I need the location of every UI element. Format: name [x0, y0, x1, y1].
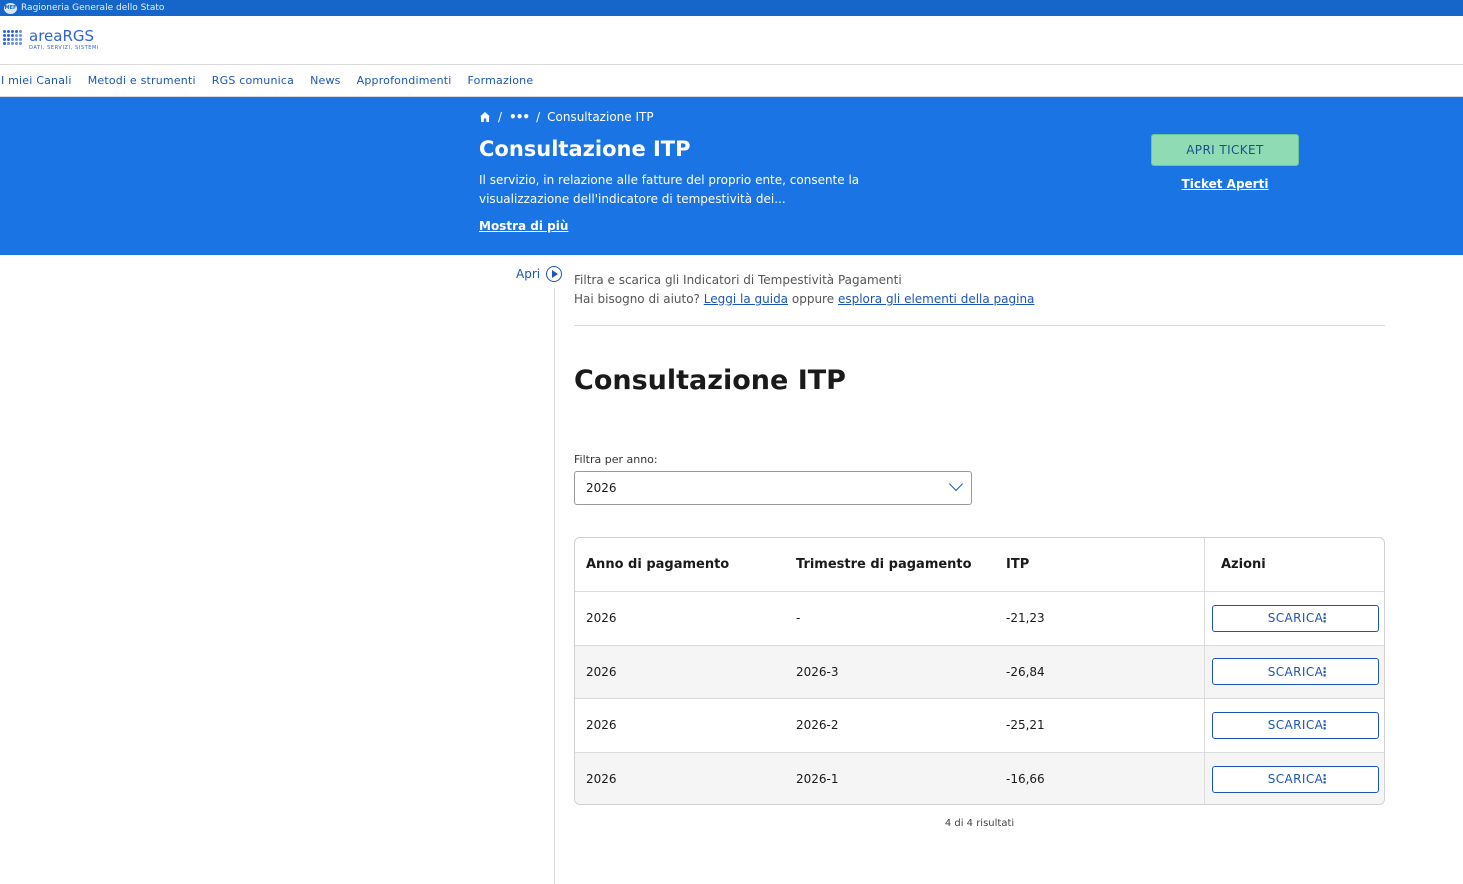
table-row: 2026 - -21,23 SCARICA ⋮: [575, 592, 1384, 646]
download-button[interactable]: SCARICA ⋮: [1212, 711, 1379, 739]
logo-tagline: DATI, SERVIZI, SISTEMI: [29, 45, 100, 51]
year-filter-label: Filtra per anno:: [574, 453, 658, 466]
breadcrumb-separator: /: [536, 110, 541, 124]
column-header-anno: Anno di pagamento: [586, 557, 730, 572]
cell-anno: 2026: [586, 772, 617, 787]
mef-seal-icon: MEF: [4, 2, 17, 14]
breadcrumb-separator: /: [498, 110, 503, 124]
areargs-logo[interactable]: areaRGS DATI, SERVIZI, SISTEMI: [3, 29, 99, 51]
table-row: 2026 2026-2 -25,21 SCARICA ⋮: [575, 699, 1384, 753]
download-button[interactable]: SCARICA ⋮: [1212, 658, 1379, 686]
cell-itp: -25,21: [1006, 718, 1045, 733]
guide-link[interactable]: Leggi la guida: [704, 292, 788, 306]
intro-text: Filtra e scarica gli Indicatori di Tempe…: [574, 271, 1034, 309]
cell-anno: 2026: [586, 664, 617, 679]
results-count: 4 di 4 risultati: [944, 818, 1015, 829]
main-nav: I miei Canali Metodi e strumenti RGS com…: [0, 65, 1463, 97]
cell-anno: 2026: [586, 718, 617, 733]
year-filter-select[interactable]: 2026: [574, 471, 972, 505]
intro-line: Filtra e scarica gli Indicatori di Tempe…: [574, 273, 902, 287]
download-button-label: SCARICA: [1267, 772, 1324, 787]
cell-trimestre: 2026-3: [796, 664, 839, 679]
year-filter-value: 2026: [586, 481, 617, 495]
more-vertical-icon[interactable]: ⋮: [1319, 665, 1331, 679]
chevron-down-icon: [948, 476, 964, 492]
cell-itp: -21,23: [1006, 611, 1045, 626]
cell-trimestre: -: [796, 611, 801, 626]
show-more-link[interactable]: Mostra di più: [479, 219, 568, 233]
nav-item-rgs-comunica[interactable]: RGS comunica: [212, 74, 294, 87]
column-header-trimestre: Trimestre di pagamento: [796, 557, 972, 572]
nav-item-miei-canali[interactable]: I miei Canali: [1, 74, 72, 87]
breadcrumb-current: Consultazione ITP: [547, 110, 654, 124]
download-button[interactable]: SCARICA ⋮: [1212, 604, 1379, 632]
help-middle: oppure: [791, 292, 835, 306]
download-button[interactable]: SCARICA ⋮: [1212, 765, 1379, 793]
download-button-label: SCARICA: [1267, 718, 1324, 733]
cell-itp: -16,66: [1006, 772, 1045, 787]
table-row: 2026 2026-1 -16,66 SCARICA ⋮: [575, 752, 1384, 804]
column-header-azioni: Azioni: [1221, 557, 1266, 572]
table-header-row: Anno di pagamento Trimestre di pagamento…: [575, 538, 1384, 592]
section-divider: [574, 325, 1385, 326]
explore-page-link[interactable]: esplora gli elementi della pagina: [838, 292, 1034, 306]
nav-item-approfondimenti[interactable]: Approfondimenti: [357, 74, 452, 87]
side-panel-toggle[interactable]: Apri: [516, 266, 563, 282]
breadcrumb: / ••• / Consultazione ITP: [479, 110, 654, 124]
site-header: areaRGS DATI, SERVIZI, SISTEMI: [0, 16, 1463, 65]
more-vertical-icon[interactable]: ⋮: [1319, 772, 1331, 786]
logo-dots-icon: [3, 30, 22, 45]
institution-bar: MEF Ragioneria Generale dello Stato: [0, 0, 1463, 16]
hero-description: Il servizio, in relazione alle fatture d…: [479, 173, 860, 206]
side-divider: [554, 288, 555, 884]
table-row: 2026 2026-3 -26,84 SCARICA ⋮: [575, 645, 1384, 699]
nav-item-news[interactable]: News: [310, 74, 341, 87]
side-panel-toggle-label: Apri: [516, 267, 541, 281]
download-button-label: SCARICA: [1267, 611, 1324, 626]
cell-anno: 2026: [586, 611, 617, 626]
institution-name: Ragioneria Generale dello Stato: [21, 3, 165, 13]
open-tickets-link[interactable]: Ticket Aperti: [1151, 177, 1299, 191]
nav-item-metodi-strumenti[interactable]: Metodi e strumenti: [88, 74, 196, 87]
cell-trimestre: 2026-1: [796, 772, 839, 787]
cell-itp: -26,84: [1006, 664, 1045, 679]
play-circle-icon: [546, 266, 563, 282]
help-prefix: Hai bisogno di aiuto?: [574, 292, 700, 306]
hero-title: Consultazione ITP: [479, 137, 691, 161]
column-header-itp: ITP: [1006, 557, 1030, 572]
download-button-label: SCARICA: [1267, 664, 1324, 679]
page-title: Consultazione ITP: [574, 365, 846, 396]
itp-table: Anno di pagamento Trimestre di pagamento…: [574, 537, 1385, 805]
nav-item-formazione[interactable]: Formazione: [468, 74, 534, 87]
more-vertical-icon[interactable]: ⋮: [1319, 611, 1331, 625]
hero-banner: / ••• / Consultazione ITP Consultazione …: [0, 97, 1463, 255]
logo-wordmark: areaRGS: [29, 27, 95, 45]
more-vertical-icon[interactable]: ⋮: [1319, 718, 1331, 732]
breadcrumb-ellipsis-icon[interactable]: •••: [509, 110, 530, 124]
open-ticket-button[interactable]: APRI TICKET: [1151, 134, 1299, 166]
home-icon[interactable]: [479, 111, 491, 123]
cell-trimestre: 2026-2: [796, 718, 839, 733]
